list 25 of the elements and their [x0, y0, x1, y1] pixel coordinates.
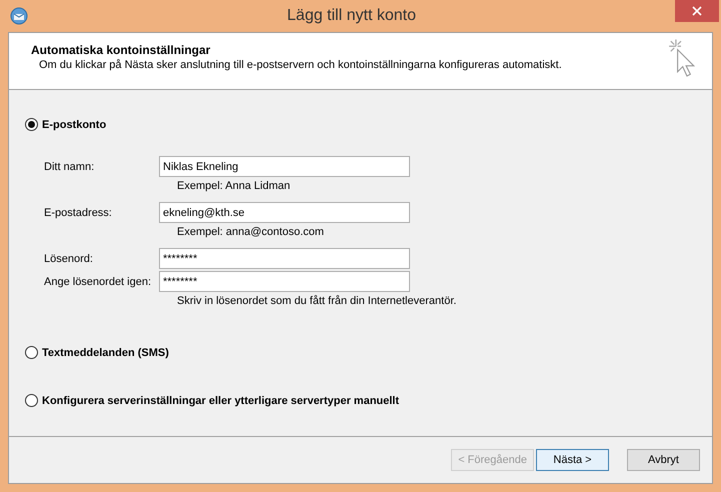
wizard-button[interactable]: Nästa > — [536, 449, 609, 471]
field-hint: Exempel: Anna Lidman — [177, 180, 292, 194]
field-label: Ange lösenordet igen: — [44, 276, 152, 288]
field-hint: Exempel: anna@contoso.com — [177, 226, 325, 240]
app-icon[interactable] — [10, 7, 28, 25]
input-field[interactable]: ******** — [159, 271, 410, 292]
field-hint: Skriv in lösenordet som du fått från din Internetleverantör. — [177, 295, 458, 309]
field-label: Lösenord: — [44, 252, 94, 264]
field-label: Ditt namn: — [44, 160, 96, 172]
close-button[interactable] — [675, 0, 719, 22]
option-label: Textmeddelanden (SMS) — [42, 346, 169, 358]
radio-button[interactable] — [25, 346, 38, 359]
header-description: Om du klickar på Nästa sker anslutning till e-postservern och kontoinställningarna konfigureras automatiskt. — [39, 59, 563, 71]
option-label: Konfigurera serverinställningar eller ytterligare servertyper manuellt — [42, 394, 400, 406]
wizard-button[interactable]: Avbryt — [627, 449, 700, 471]
input-field[interactable]: ekneling@kth.se — [159, 202, 410, 223]
option-label: E-postkonto — [42, 118, 106, 130]
input-field[interactable]: ******** — [159, 248, 410, 269]
window-title: Lägg till nytt konto — [286, 7, 417, 25]
radio-button[interactable] — [25, 394, 38, 407]
header-title: Automatiska kontoinställningar — [31, 43, 212, 57]
radio-button[interactable] — [25, 118, 38, 131]
field-label: E-postadress: — [44, 206, 113, 218]
input-field[interactable]: Niklas Ekneling — [159, 156, 410, 177]
close-icon — [692, 6, 702, 16]
